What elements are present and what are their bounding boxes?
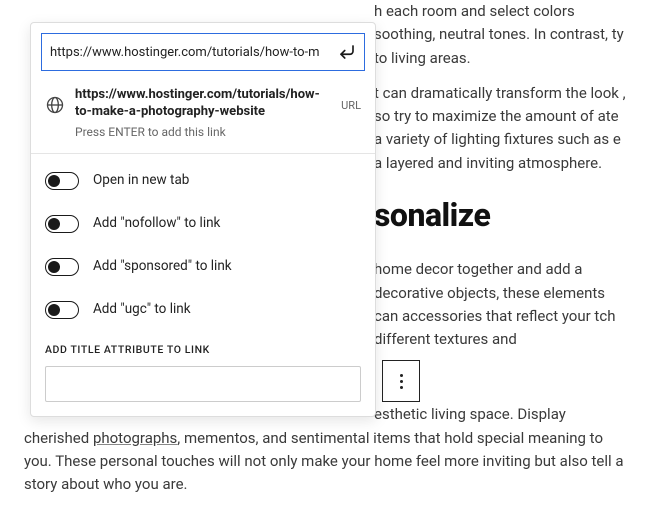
- globe-icon: [45, 95, 65, 115]
- nofollow-toggle[interactable]: [45, 215, 79, 233]
- ugc-toggle[interactable]: [45, 301, 79, 319]
- link-options: Open in new tab Add "nofollow" to link A…: [31, 154, 375, 416]
- paragraph[interactable]: t can dramatically transform the look , …: [374, 82, 627, 175]
- url-suggestion[interactable]: https://www.hostinger.com/tutorials/how-…: [31, 81, 375, 153]
- new-tab-toggle[interactable]: [45, 172, 79, 190]
- url-input[interactable]: [50, 45, 336, 60]
- ugc-label: Add "ugc" to link: [93, 299, 191, 320]
- paragraph[interactable]: esthetic living space. Display cherished…: [24, 403, 627, 496]
- suggestion-hint: Press ENTER to add this link: [75, 123, 331, 142]
- option-nofollow: Add "nofollow" to link: [45, 213, 361, 234]
- title-attr-input[interactable]: [45, 366, 361, 402]
- sponsored-label: Add "sponsored" to link: [93, 256, 232, 277]
- paragraph[interactable]: h each room and select colors soothing, …: [374, 0, 627, 70]
- paragraph[interactable]: home decor together and add a decorative…: [374, 258, 627, 351]
- option-ugc: Add "ugc" to link: [45, 299, 361, 320]
- photographs-link[interactable]: photographs: [93, 429, 177, 447]
- option-sponsored: Add "sponsored" to link: [45, 256, 361, 277]
- link-popup: https://www.hostinger.com/tutorials/how-…: [30, 22, 376, 417]
- suggestion-type-tag: URL: [341, 97, 361, 114]
- suggestion-body: https://www.hostinger.com/tutorials/how-…: [75, 87, 331, 141]
- heading-personalize[interactable]: sonalize: [374, 191, 627, 241]
- nofollow-label: Add "nofollow" to link: [93, 213, 220, 234]
- vertical-dots-icon: [400, 374, 403, 389]
- more-options-button[interactable]: [382, 360, 420, 402]
- url-input-wrap[interactable]: [41, 33, 365, 71]
- title-attr-label: ADD TITLE ATTRIBUTE TO LINK: [45, 342, 361, 358]
- sponsored-toggle[interactable]: [45, 258, 79, 276]
- suggestion-url: https://www.hostinger.com/tutorials/how-…: [75, 87, 331, 121]
- option-new-tab: Open in new tab: [45, 170, 361, 191]
- enter-icon: [336, 41, 358, 63]
- new-tab-label: Open in new tab: [93, 170, 189, 191]
- url-input-row: [31, 23, 375, 81]
